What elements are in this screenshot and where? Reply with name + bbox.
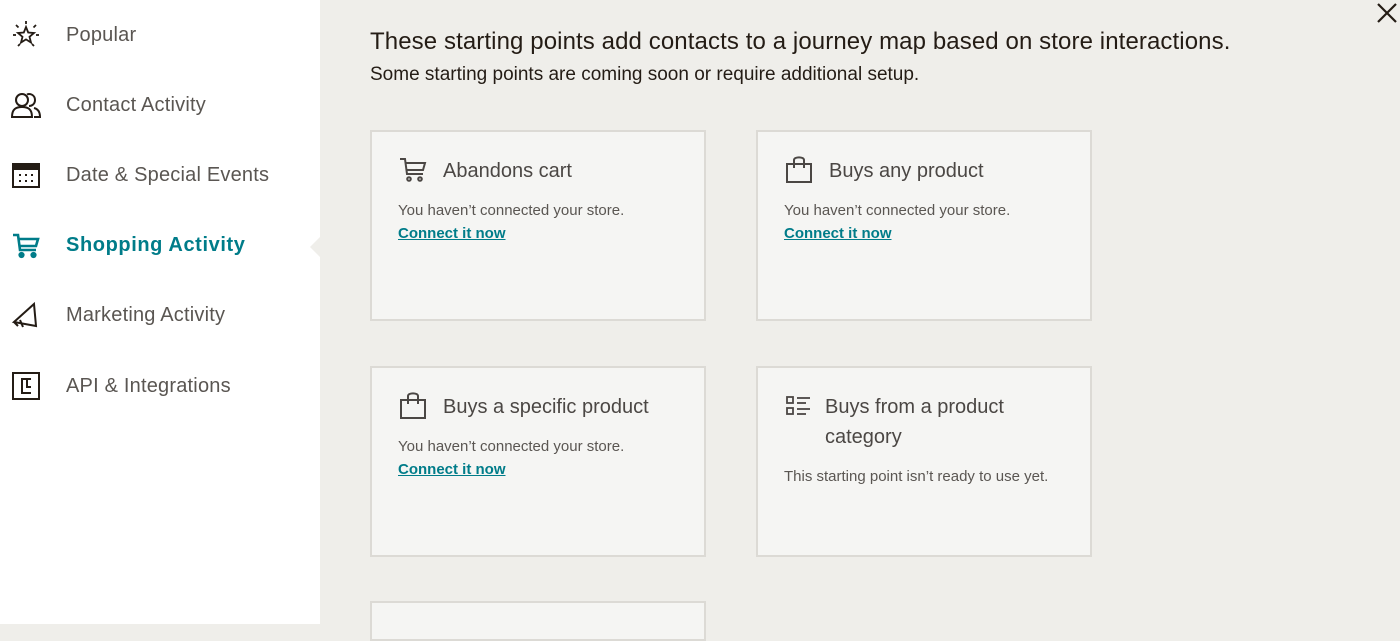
connect-store-link[interactable]: Connect it now [398,225,506,242]
sidebar-item-label: Contact Activity [66,93,206,116]
page-subtitle: Some starting points are coming soon or … [370,64,920,85]
shopping-bag-icon [398,390,428,420]
card-buys-any-product[interactable]: Buys any product You haven’t connected y… [756,130,1092,321]
card-title: Buys any product [829,160,984,182]
card-status-text: This starting point isn’t ready to use y… [784,468,1049,485]
sidebar-item-label: Marketing Activity [66,303,226,326]
connect-store-link[interactable]: Connect it now [784,225,892,242]
card-status-text: You haven’t connected your store. [784,202,1011,219]
cart-icon [398,154,428,184]
sidebar-item-contact-activity[interactable]: Contact Activity [0,70,320,140]
card-buys-from-category[interactable]: Buys from a product category This starti… [756,366,1092,557]
close-icon [1374,3,1398,28]
card-title: Abandons cart [443,160,572,182]
sidebar-item-label: Date & Special Events [66,163,270,186]
sidebar-item-shopping-activity[interactable]: Shopping Activity [0,210,320,280]
active-indicator [310,236,321,258]
category-sidebar: Popular Contact Activity Date & Special … [0,0,320,624]
sidebar-item-marketing-activity[interactable]: Marketing Activity [0,280,320,350]
category-list-icon [784,392,814,422]
shopping-bag-icon [784,154,814,184]
sidebar-item-label: API & Integrations [66,374,231,397]
card-status-text: You haven’t connected your store. [398,438,625,455]
page-title: These starting points add contacts to a … [370,28,1231,55]
cart-icon [10,229,42,261]
calendar-icon [10,159,42,191]
integration-icon [10,370,42,402]
sparkle-icon [10,19,42,51]
card-abandons-cart[interactable]: Abandons cart You haven’t connected your… [370,130,706,321]
close-button[interactable] [1374,0,1400,24]
sidebar-item-api-integrations[interactable]: API & Integrations [0,351,320,421]
card-partial[interactable] [370,601,706,641]
card-title: Buys a specific product [443,396,649,418]
megaphone-icon [10,299,42,331]
sidebar-item-popular[interactable]: Popular [0,0,320,70]
card-status-text: You haven’t connected your store. [398,202,625,219]
card-title: Buys from a product category [825,396,1004,448]
sidebar-item-label: Popular [66,23,137,46]
connect-store-link[interactable]: Connect it now [398,461,506,478]
sidebar-item-label: Shopping Activity [66,233,246,256]
sidebar-item-date-special-events[interactable]: Date & Special Events [0,140,320,210]
contacts-icon [10,89,42,121]
card-buys-specific-product[interactable]: Buys a specific product You haven’t conn… [370,366,706,557]
